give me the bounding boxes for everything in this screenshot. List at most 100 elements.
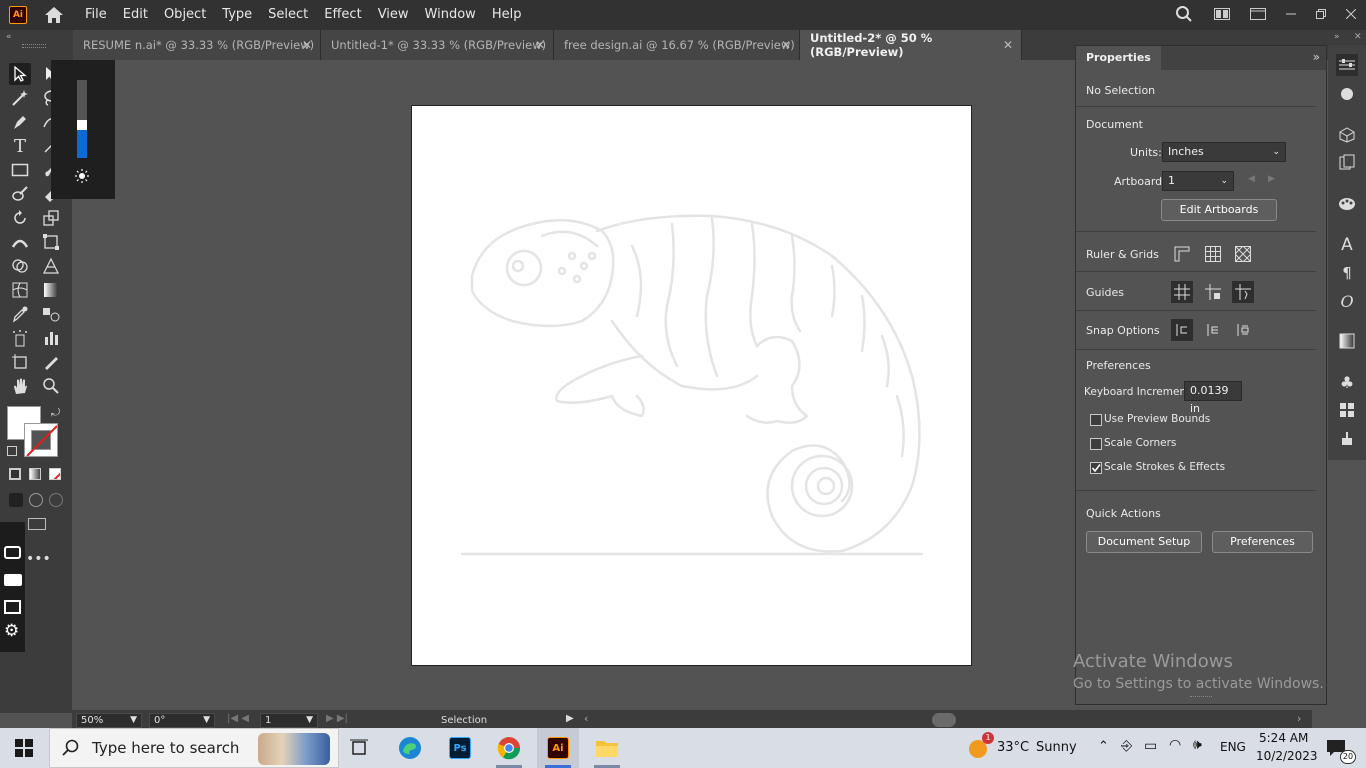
file-explorer-icon[interactable] (593, 734, 621, 762)
snap-to-glyph-icon[interactable] (1232, 319, 1254, 341)
next-artboard-icon[interactable]: ▶ (1268, 174, 1275, 184)
brushes-panel-icon[interactable] (1336, 427, 1358, 449)
edge-browser-icon[interactable] (396, 734, 424, 762)
menu-file[interactable]: File (77, 0, 115, 30)
restore-icon[interactable] (1306, 8, 1336, 22)
column-graph-tool-icon[interactable] (40, 327, 62, 349)
menu-object[interactable]: Object (156, 0, 214, 30)
first-artboard-icon[interactable]: |◀ ◀ (227, 713, 249, 724)
search-icon[interactable] (1164, 5, 1204, 26)
home-icon[interactable] (43, 4, 65, 26)
3d-panel-icon[interactable] (1336, 124, 1358, 146)
clock-date[interactable]: 10/2/2023 (1256, 749, 1318, 763)
artboard-select[interactable]: 1 ⌄ (1162, 171, 1234, 191)
scale-corners-checkbox[interactable] (1090, 438, 1102, 450)
color-mode-icon[interactable] (9, 468, 21, 480)
magic-wand-icon[interactable] (9, 87, 31, 109)
use-preview-bounds-checkbox[interactable] (1090, 414, 1102, 426)
scale-strokes-label[interactable]: Scale Strokes & Effects (1104, 461, 1225, 473)
mesh-tool-icon[interactable] (9, 279, 31, 301)
minimize-icon[interactable] (1276, 8, 1306, 22)
toolbar-grip[interactable] (22, 44, 46, 48)
scale-corners-label[interactable]: Scale Corners (1104, 437, 1176, 449)
last-artboard-icon[interactable]: ▶ ▶| (326, 713, 348, 724)
scale-strokes-checkbox[interactable] (1090, 462, 1102, 474)
show-hidden-icons-icon[interactable]: ⌃ (1098, 739, 1109, 754)
edit-toolbar-icon[interactable]: ••• (26, 551, 51, 567)
volume-icon[interactable]: 🕪 (1193, 737, 1202, 753)
workspace-switcher-icon[interactable] (1204, 7, 1240, 23)
menu-select[interactable]: Select (260, 0, 316, 30)
lock-guides-icon[interactable] (1202, 281, 1224, 303)
weather-condition[interactable]: Sunny (1036, 740, 1077, 755)
symbol-sprayer-tool-icon[interactable] (9, 327, 31, 349)
paragraph-panel-icon[interactable]: ¶ (1336, 262, 1358, 284)
stroke-swatch[interactable] (24, 423, 58, 457)
tab-close-icon[interactable]: ✕ (302, 38, 312, 52)
photoshop-icon[interactable]: Ps (446, 734, 474, 762)
settings-gear-icon[interactable]: ⚙ (4, 623, 19, 640)
chrome-icon[interactable] (495, 734, 523, 762)
brightness-icon[interactable] (75, 168, 89, 183)
draw-inside-icon[interactable] (49, 493, 63, 507)
draw-normal-icon[interactable] (9, 493, 23, 507)
free-transform-tool-icon[interactable] (40, 231, 62, 253)
draw-behind-icon[interactable] (29, 493, 43, 507)
blend-tool-icon[interactable] (40, 303, 62, 325)
hand-tool-icon[interactable] (9, 375, 31, 397)
perspective-grid-tool-icon[interactable] (40, 255, 62, 277)
preferences-button[interactable]: Preferences (1212, 531, 1313, 553)
chameleon-illustration[interactable] (412, 106, 971, 665)
tab-untitled-2[interactable]: Untitled-2* @ 50 % (RGB/Preview) ✕ (800, 30, 1022, 60)
transparency-grid-icon[interactable] (1232, 243, 1254, 265)
properties-panel-icon[interactable] (1336, 54, 1358, 76)
layers-panel-icon[interactable] (1336, 151, 1358, 173)
scroll-right-icon[interactable]: › (1297, 712, 1301, 725)
menu-edit[interactable]: Edit (115, 0, 156, 30)
menu-type[interactable]: Type (214, 0, 260, 30)
horizontal-scrollbar-thumb[interactable] (932, 713, 956, 727)
menu-view[interactable]: View (370, 0, 417, 30)
tab-close-icon[interactable]: ✕ (535, 38, 545, 52)
panel-resize-grip[interactable] (1190, 696, 1212, 700)
notifications-icon[interactable]: 20 (1322, 734, 1356, 764)
zoom-tool-icon[interactable] (40, 375, 62, 397)
document-setup-button[interactable]: Document Setup (1086, 531, 1202, 553)
zoom-level-field[interactable]: 50% ▼ (76, 713, 142, 728)
eyedropper-tool-icon[interactable] (9, 303, 31, 325)
status-menu-icon[interactable]: ▶ (566, 713, 574, 724)
swap-fill-stroke-icon[interactable]: ⤾ (51, 406, 60, 420)
artboard-number-field[interactable]: 1 ▼ (260, 713, 318, 728)
rotation-field[interactable]: 0° ▼ (149, 713, 215, 728)
swatches-panel-icon[interactable] (1336, 399, 1358, 421)
color-guide-icon[interactable] (1336, 192, 1358, 214)
artboard-tool-icon[interactable] (9, 351, 31, 373)
slider-track[interactable] (77, 80, 87, 158)
windows-start-icon[interactable] (10, 734, 38, 762)
chevron-down-icon[interactable]: ▼ (306, 714, 313, 727)
shape-builder-tool-icon[interactable] (9, 255, 31, 277)
weather-temperature[interactable]: 33°C (997, 740, 1029, 755)
screen-mode-icon[interactable] (28, 518, 46, 530)
menu-help[interactable]: Help (484, 0, 530, 30)
chevron-down-icon[interactable]: ▼ (130, 714, 137, 727)
close-panels-icon[interactable]: ✕ (1354, 32, 1362, 42)
gallery-icon[interactable] (4, 600, 21, 614)
tab-close-icon[interactable]: ✕ (1003, 38, 1013, 52)
smart-guides-icon[interactable] (1232, 281, 1254, 303)
snap-to-point-icon[interactable] (1171, 319, 1193, 341)
properties-tab[interactable]: Properties (1076, 46, 1161, 70)
tab-untitled-1[interactable]: Untitled-1* @ 33.33 % (RGB/Preview) ✕ (321, 30, 554, 60)
gradient-tool-icon[interactable] (40, 279, 62, 301)
gradient-panel-icon[interactable] (1336, 330, 1358, 352)
task-view-icon[interactable] (346, 734, 374, 762)
rotate-tool-icon[interactable] (9, 207, 31, 229)
camera-icon[interactable] (4, 546, 21, 559)
weather-sun-icon[interactable]: 1 (964, 732, 994, 762)
grid-icon[interactable] (1202, 243, 1224, 265)
artboard[interactable] (411, 105, 972, 666)
chevron-down-icon[interactable]: ⌄ (1220, 172, 1228, 190)
tab-close-icon[interactable]: ✕ (781, 38, 791, 52)
color-panel-icon[interactable] (1336, 83, 1358, 105)
width-tool-icon[interactable] (9, 231, 31, 253)
